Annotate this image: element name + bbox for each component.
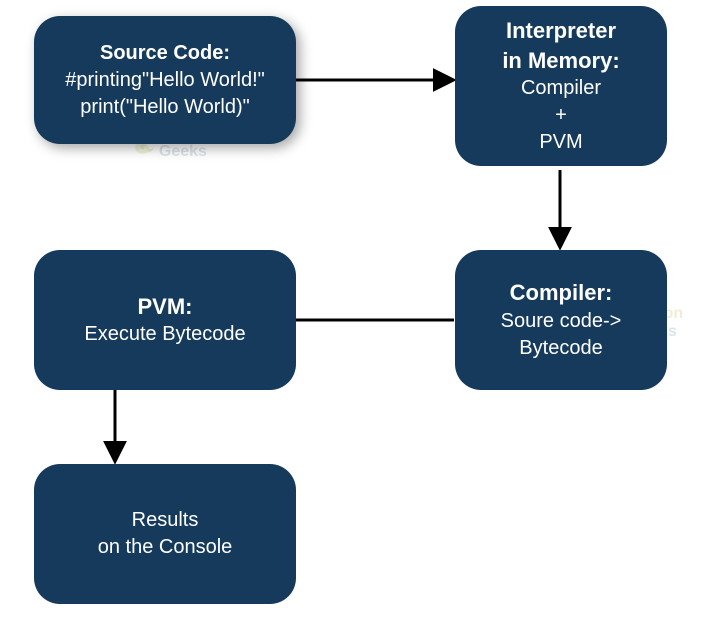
watermark-brand-2: Geeks (159, 143, 207, 160)
interpreter-title2: in Memory: (502, 46, 619, 76)
source-line2: print("Hello World)" (80, 94, 249, 121)
interpreter-line3: PVM (539, 129, 582, 156)
pvm-title: PVM: (138, 292, 193, 322)
box-source-code: Source Code: #printing"Hello World!" pri… (34, 16, 296, 144)
interpreter-line2: + (555, 102, 567, 129)
box-pvm: PVM: Execute Bytecode (34, 250, 296, 390)
pvm-line1: Execute Bytecode (84, 321, 245, 348)
results-line1: Results (132, 507, 199, 534)
box-interpreter: Interpreter in Memory: Compiler + PVM (455, 6, 667, 166)
source-line1: #printing"Hello World!" (65, 67, 264, 94)
source-title: Source Code: (100, 40, 230, 67)
box-results: Results on the Console (34, 464, 296, 604)
interpreter-line1: Compiler (521, 75, 601, 102)
compiler-line2: Bytecode (519, 335, 602, 362)
results-line2: on the Console (98, 534, 233, 561)
compiler-title: Compiler: (510, 278, 613, 308)
compiler-line1: Soure code-> (501, 308, 622, 335)
interpreter-title1: Interpreter (506, 16, 616, 46)
box-compiler: Compiler: Soure code-> Bytecode (455, 250, 667, 390)
